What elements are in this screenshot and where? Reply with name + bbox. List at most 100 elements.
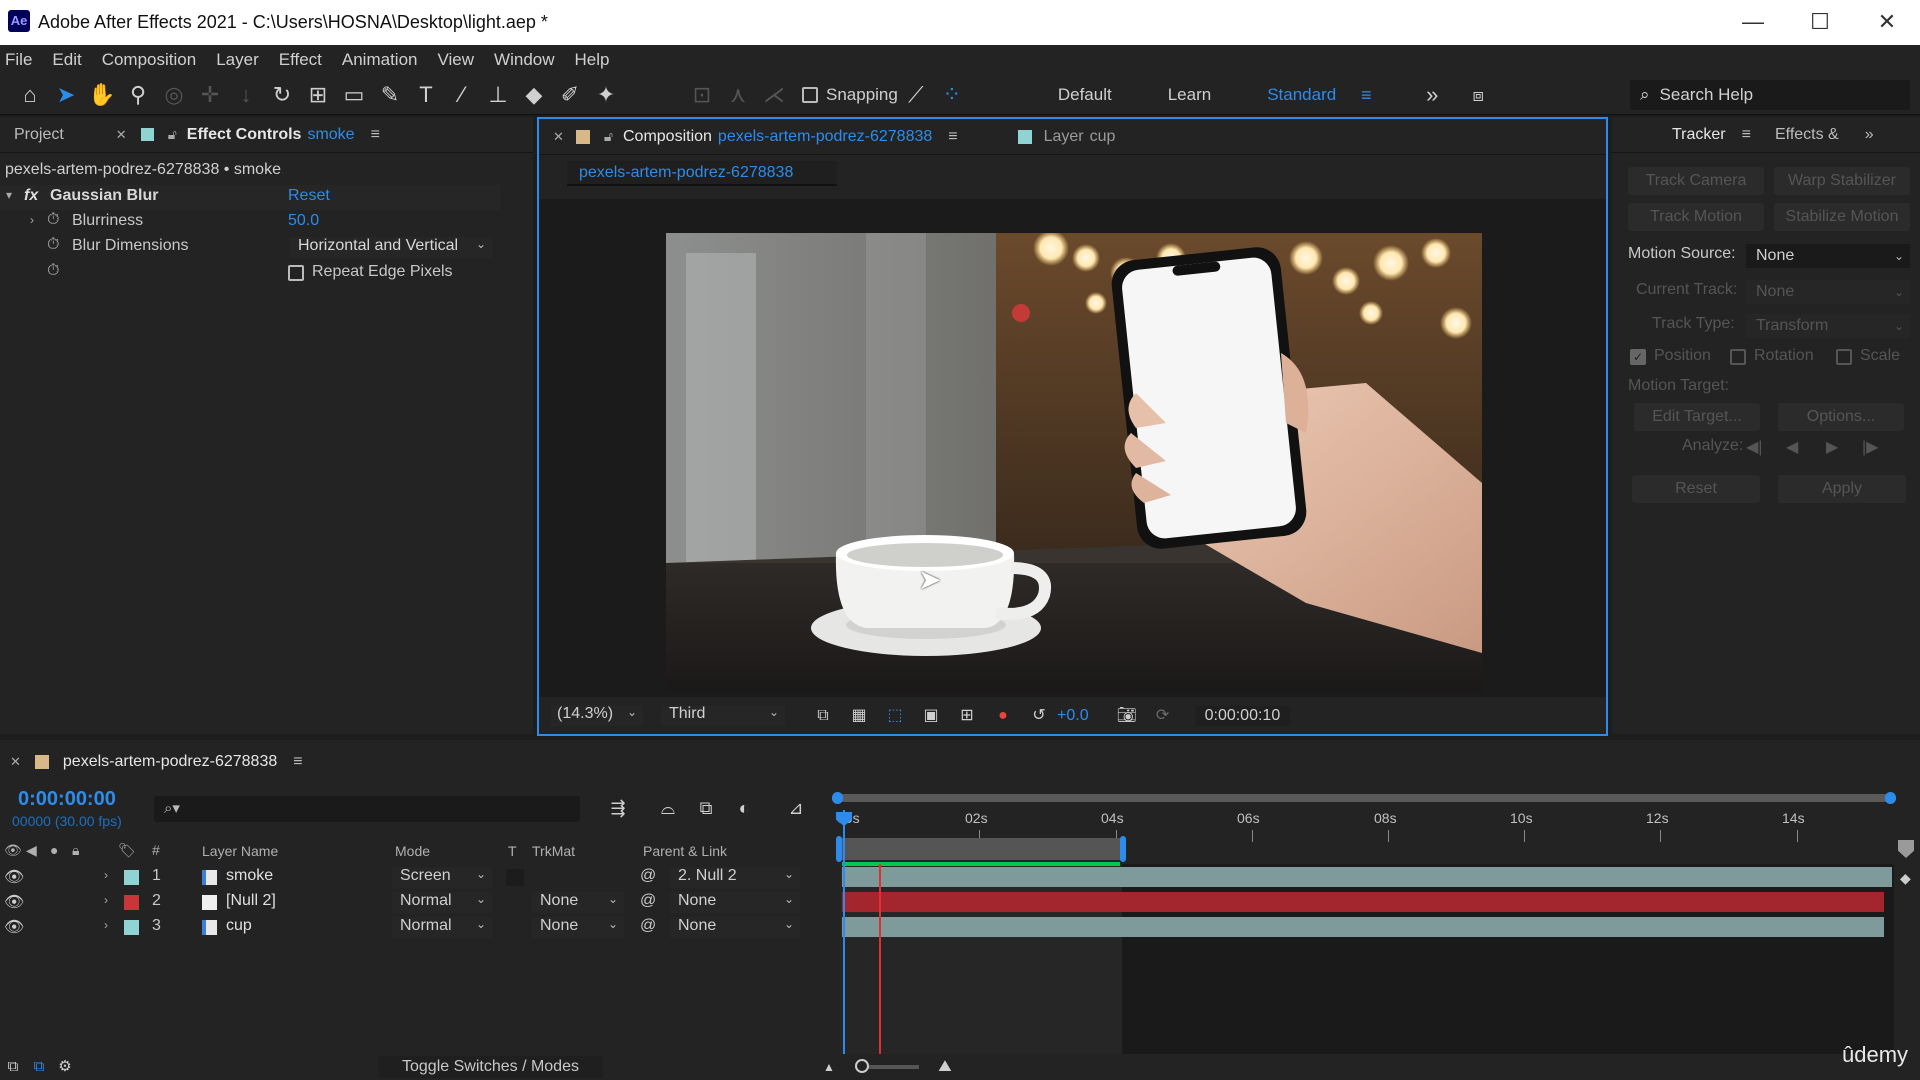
- snapshot-camera-icon[interactable]: 📷︎: [1111, 700, 1143, 732]
- menu-effect[interactable]: Effect: [279, 50, 322, 70]
- more-workspaces-icon[interactable]: »: [1416, 79, 1448, 111]
- tab-project[interactable]: Project: [14, 126, 64, 144]
- warp-stabilizer-button[interactable]: Warp Stabilizer: [1774, 167, 1910, 195]
- parent-select[interactable]: None ⌄: [670, 917, 800, 938]
- fx-icon[interactable]: fx: [24, 187, 38, 205]
- label-color-swatch[interactable]: [124, 870, 139, 885]
- pen-tool-icon[interactable]: ✎: [374, 79, 406, 111]
- local-axis-icon[interactable]: ⊡: [686, 79, 718, 111]
- mode-select[interactable]: Normal ⌄: [392, 917, 492, 938]
- stopwatch-icon[interactable]: ⏱︎: [47, 262, 59, 280]
- rotate-tool-icon[interactable]: ↻: [266, 79, 298, 111]
- workspace-menu-icon[interactable]: ≡: [1350, 79, 1382, 111]
- stopwatch-icon[interactable]: ⏱︎: [47, 211, 59, 229]
- selection-tool-icon[interactable]: ➤: [50, 79, 82, 111]
- menu-layer[interactable]: Layer: [216, 50, 259, 70]
- close-icon[interactable]: ✕: [553, 129, 564, 145]
- tab-composition-name[interactable]: pexels-artem-podrez-6278838: [718, 128, 932, 146]
- tab-tracker[interactable]: Tracker: [1672, 126, 1726, 144]
- toggle-switches-modes-button[interactable]: Toggle Switches / Modes: [378, 1056, 603, 1078]
- effect-reset-link[interactable]: Reset: [288, 187, 330, 205]
- layer-name[interactable]: cup: [226, 917, 252, 935]
- table-row[interactable]: 👁︎ › 2 [Null 2] Normal ⌄ None ⌄ @ None ⌄: [0, 890, 835, 915]
- current-time-display[interactable]: 0:00:00:00: [18, 788, 116, 811]
- position-checkbox[interactable]: ✓: [1630, 349, 1646, 365]
- label-color-swatch[interactable]: [124, 920, 139, 935]
- layer-name[interactable]: smoke: [226, 867, 273, 885]
- chevron-right-icon[interactable]: ›: [104, 868, 108, 882]
- brush-tool-icon[interactable]: ⁄: [446, 79, 478, 111]
- resolution-select[interactable]: Third ⌄: [661, 705, 785, 726]
- chevron-down-icon[interactable]: ▾: [6, 188, 12, 202]
- tracker-reset-button[interactable]: Reset: [1632, 475, 1760, 503]
- lock-icon[interactable]: 🔓︎: [604, 128, 613, 145]
- eye-icon[interactable]: 👁︎: [4, 892, 24, 912]
- work-area-start-handle[interactable]: [836, 836, 842, 862]
- blurriness-value[interactable]: 50.0: [288, 212, 319, 230]
- panel-menu-icon[interactable]: ≡: [948, 128, 957, 146]
- reset-exposure-icon[interactable]: ↺: [1023, 700, 1055, 732]
- edit-target-button[interactable]: Edit Target...: [1634, 403, 1760, 431]
- time-navigator-end-handle[interactable]: [1885, 792, 1896, 804]
- pickwhip-icon[interactable]: @: [640, 867, 656, 885]
- parent-select[interactable]: 2. Null 2 ⌄: [670, 867, 800, 888]
- work-area-end-handle[interactable]: [1120, 836, 1126, 862]
- workspace-default[interactable]: Default: [1058, 85, 1112, 105]
- graph-editor-icon[interactable]: ⊿: [780, 792, 812, 824]
- tab-effects-presets[interactable]: Effects &: [1775, 126, 1839, 144]
- layer-bar-null2[interactable]: [842, 892, 1884, 912]
- track-motion-button[interactable]: Track Motion: [1628, 203, 1764, 231]
- timeline-comp-tab[interactable]: pexels-artem-podrez-6278838: [63, 753, 277, 771]
- analyze-back-icon[interactable]: ◀: [1786, 437, 1798, 457]
- composition-viewer[interactable]: ➤: [539, 199, 1606, 697]
- hand-tool-icon[interactable]: ✋: [86, 79, 118, 111]
- parent-select[interactable]: None ⌄: [670, 892, 800, 913]
- time-navigator-start-handle[interactable]: [832, 792, 843, 804]
- orbit-tool-icon[interactable]: ◎: [158, 79, 190, 111]
- dolly-tool-icon[interactable]: ↓: [230, 79, 262, 111]
- layer-bar-smoke[interactable]: [842, 867, 1892, 887]
- layer-bar-cup[interactable]: [842, 917, 1884, 937]
- stabilize-motion-button[interactable]: Stabilize Motion: [1774, 203, 1910, 231]
- rotation-checkbox[interactable]: [1730, 349, 1746, 365]
- options-button[interactable]: Options...: [1778, 403, 1904, 431]
- analyze-back-all-icon[interactable]: ◀|: [1746, 437, 1762, 457]
- pan-tool-icon[interactable]: ✛: [194, 79, 226, 111]
- scale-checkbox[interactable]: [1836, 349, 1852, 365]
- pickwhip-icon[interactable]: @: [640, 917, 656, 935]
- region-of-interest-icon[interactable]: ▣: [915, 700, 947, 732]
- panel-menu-icon[interactable]: ≡: [371, 126, 380, 144]
- analyze-forward-all-icon[interactable]: |▶: [1862, 437, 1878, 457]
- analyze-forward-icon[interactable]: ▶: [1826, 437, 1838, 457]
- comp-marker-bin-icon[interactable]: [1898, 840, 1914, 858]
- type-tool-icon[interactable]: T: [410, 79, 442, 111]
- chevron-right-icon[interactable]: ›: [104, 918, 108, 932]
- pickwhip-icon[interactable]: @: [640, 892, 656, 910]
- exposure-value[interactable]: +0.0: [1057, 707, 1089, 725]
- mode-select[interactable]: Screen ⌄: [392, 867, 492, 888]
- mask-visibility-icon[interactable]: ⬚: [879, 700, 911, 732]
- fast-previews-icon[interactable]: ⧉: [807, 700, 839, 732]
- close-icon[interactable]: ✕: [116, 127, 127, 143]
- tab-layer-name[interactable]: cup: [1090, 128, 1116, 146]
- layer-switches-icon[interactable]: ⧉: [2, 1051, 24, 1080]
- puppet-tool-icon[interactable]: ✦: [590, 79, 622, 111]
- menu-help[interactable]: Help: [575, 50, 610, 70]
- time-zoom-slider[interactable]: [854, 1059, 919, 1073]
- roto-brush-tool-icon[interactable]: ✐: [554, 79, 586, 111]
- channels-icon[interactable]: ●: [987, 700, 1019, 732]
- menu-composition[interactable]: Composition: [102, 50, 197, 70]
- chevron-right-icon[interactable]: ›: [104, 893, 108, 907]
- current-track-select[interactable]: None ⌄: [1746, 280, 1910, 304]
- time-zoom-slider-handle[interactable]: [854, 1059, 869, 1073]
- snapping-toggle[interactable]: Snapping: [802, 85, 898, 105]
- zoom-out-time-icon[interactable]: ▲: [813, 1051, 845, 1080]
- tracker-apply-button[interactable]: Apply: [1778, 475, 1906, 503]
- panel-menu-icon[interactable]: ≡: [293, 753, 302, 771]
- zoom-select[interactable]: (14.3%) ⌄: [551, 705, 643, 726]
- eye-icon[interactable]: 👁︎: [4, 867, 24, 887]
- work-area-bar[interactable]: [840, 838, 1122, 860]
- menu-animation[interactable]: Animation: [342, 50, 418, 70]
- tab-composition[interactable]: Composition: [623, 128, 712, 146]
- preserve-transparency-toggle[interactable]: [506, 869, 524, 886]
